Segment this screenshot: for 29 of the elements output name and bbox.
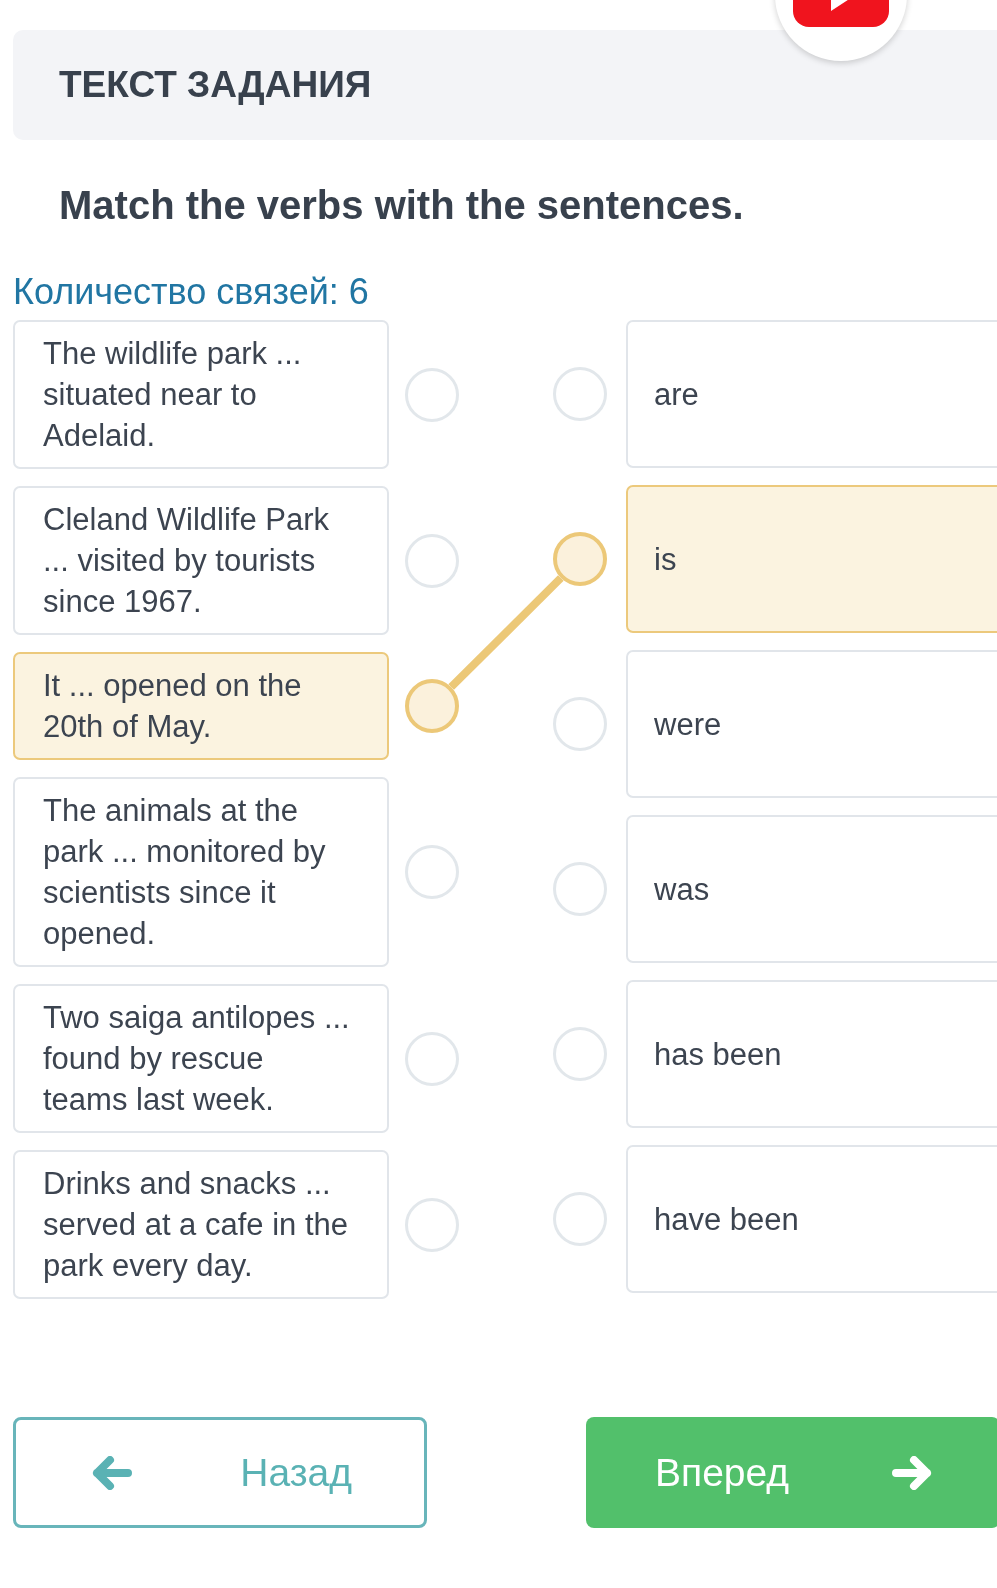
- connector-ring-icon[interactable]: [553, 697, 607, 751]
- connector-ring-icon[interactable]: [553, 367, 607, 421]
- verb-card[interactable]: are: [626, 320, 997, 468]
- connector-ring-icon[interactable]: [405, 1197, 459, 1252]
- connector-ring-icon[interactable]: [405, 679, 459, 733]
- verb-card[interactable]: were: [626, 650, 997, 798]
- sentence-card[interactable]: The animals at the park ... monitored by scientists since it opened.: [13, 777, 389, 967]
- connector-ring-icon[interactable]: [405, 845, 459, 899]
- connector-ring-icon[interactable]: [405, 367, 459, 422]
- connector-ring-icon[interactable]: [553, 1192, 607, 1246]
- connector-ring-icon[interactable]: [553, 1027, 607, 1081]
- sentence-card[interactable]: Drinks and snacks ... served at a cafe in the park every day.: [13, 1150, 389, 1299]
- sentence-card[interactable]: The wildlife park ... situated near to Adelaid.: [13, 320, 389, 469]
- verb-card[interactable]: was: [626, 815, 997, 963]
- arrow-left-icon: [92, 1455, 132, 1490]
- sentence-card[interactable]: Cleland Wildlife Park ... visited by tourists since 1967.: [13, 486, 389, 635]
- connector-ring-icon[interactable]: [553, 532, 607, 586]
- connector-ring-icon[interactable]: [553, 862, 607, 916]
- section-title: ТЕКСТ ЗАДАНИЯ: [59, 64, 372, 106]
- connection-count: Количество связей: 6: [13, 270, 370, 314]
- verb-card[interactable]: is: [626, 485, 997, 633]
- verb-card[interactable]: have been: [626, 1145, 997, 1293]
- connector-ring-icon[interactable]: [405, 533, 459, 588]
- connector-ring-icon[interactable]: [405, 1031, 459, 1086]
- verb-card[interactable]: has been: [626, 980, 997, 1128]
- sentence-card[interactable]: Two saiga antilopes ... found by rescue teams last week.: [13, 984, 389, 1133]
- sentence-card[interactable]: It ... opened on the 20th of May.: [13, 652, 389, 760]
- arrow-right-icon: [892, 1455, 932, 1490]
- instruction-text: Match the verbs with the sentences.: [58, 183, 745, 227]
